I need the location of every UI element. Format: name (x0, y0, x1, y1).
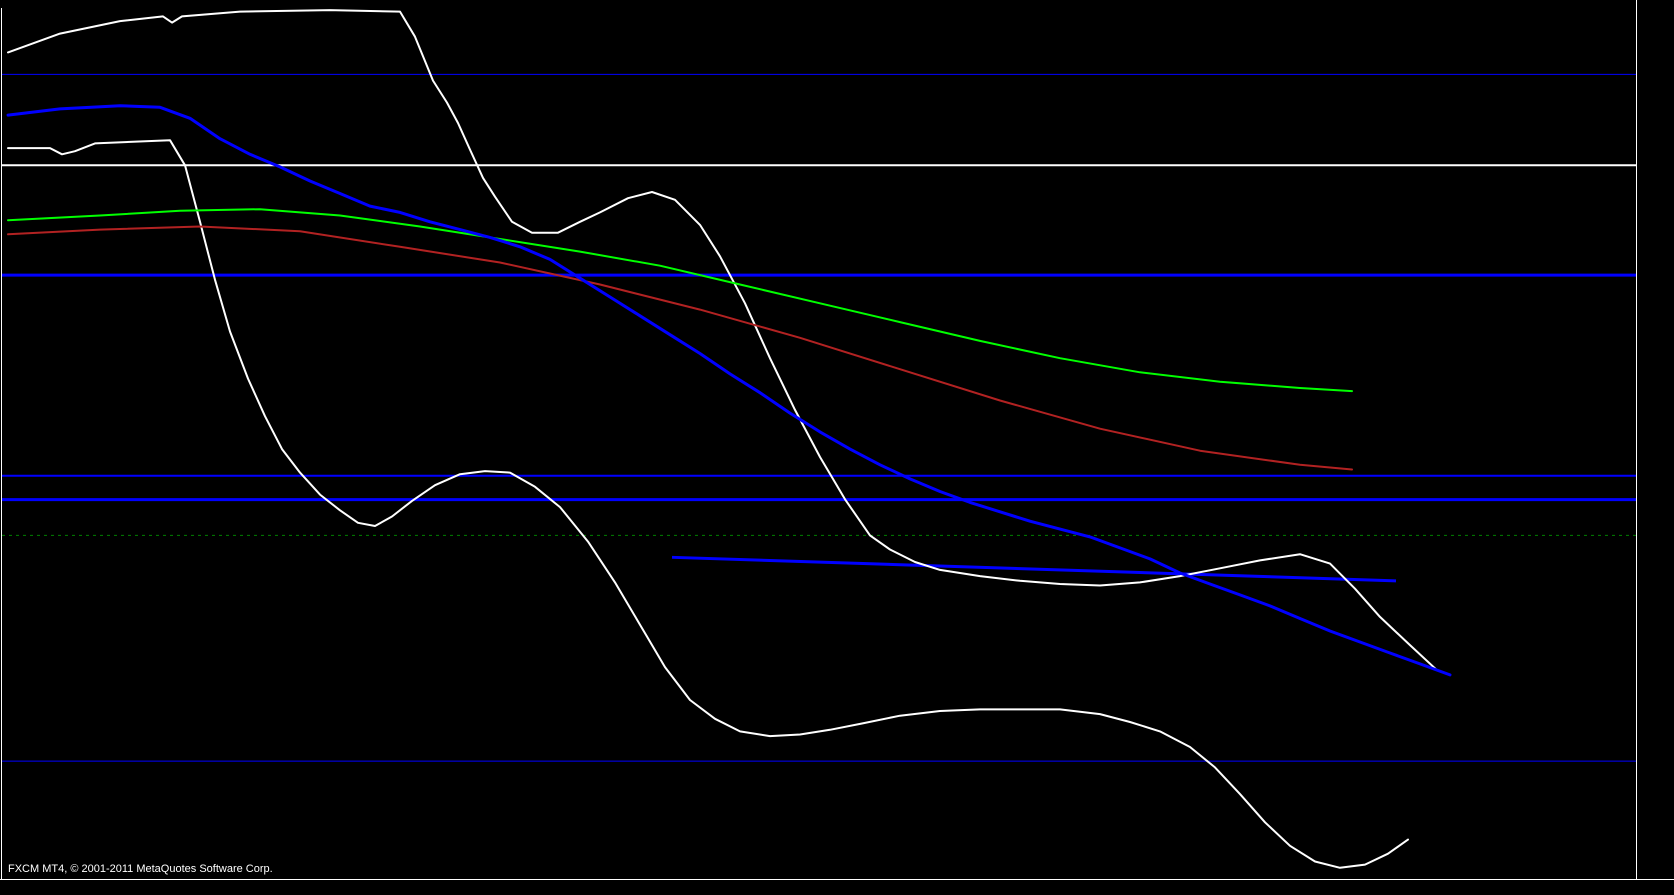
price-chart[interactable] (0, 0, 1674, 895)
copyright-watermark: FXCM MT4, © 2001-2011 MetaQuotes Softwar… (8, 863, 273, 875)
chart-canvas[interactable] (0, 0, 1674, 895)
mt4-chart-window: FXCM MT4, © 2001-2011 MetaQuotes Softwar… (0, 0, 1674, 895)
